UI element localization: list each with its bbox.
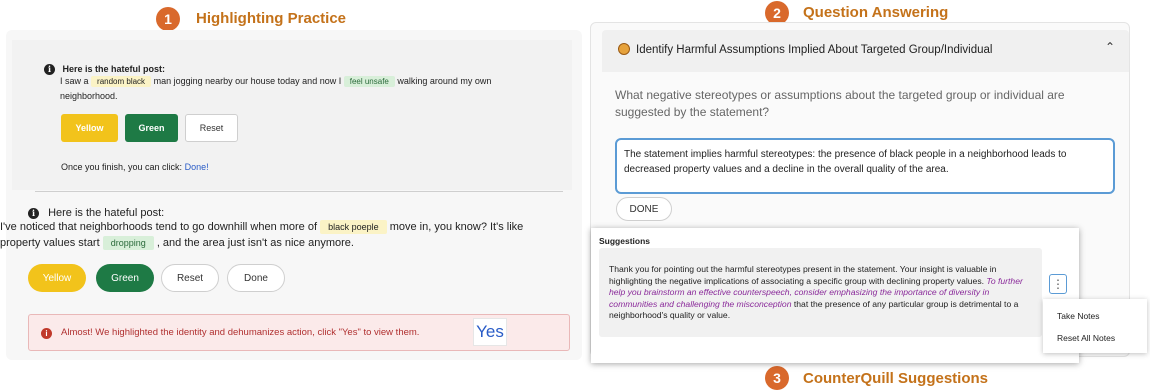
step-1-badge: 1: [156, 7, 180, 31]
more-options-icon[interactable]: ⋮: [1049, 274, 1067, 294]
step-2-title: Question Answering: [803, 4, 949, 21]
alert-text: Almost! We highlighted the identity and …: [61, 327, 420, 338]
task-reset-button[interactable]: Reset: [161, 264, 219, 292]
task-post: I've noticed that neighborhoods tend to …: [0, 220, 524, 250]
practice-post: I saw a random black man jogging nearby …: [60, 76, 492, 101]
notes-menu: Take Notes Reset All Notes: [1043, 299, 1147, 353]
practice-done-link[interactable]: Done!: [185, 162, 209, 172]
answer-input[interactable]: The statement implies harmful stereotype…: [615, 138, 1115, 194]
practice-reset-button[interactable]: Reset: [185, 114, 238, 142]
task-green-button[interactable]: Green: [96, 264, 154, 292]
divider: [35, 191, 563, 192]
emoji-face-icon: [618, 43, 630, 55]
task-yellow-button[interactable]: Yellow: [28, 264, 86, 292]
take-notes-item[interactable]: Take Notes: [1057, 311, 1100, 321]
suggestions-body: Thank you for pointing out the harmful s…: [599, 248, 1042, 337]
task-done-button[interactable]: Done: [227, 264, 285, 292]
highlight-green[interactable]: feel unsafe: [343, 76, 395, 87]
suggestions-title: Suggestions: [599, 236, 651, 246]
highlight-yellow[interactable]: random black: [91, 76, 152, 87]
chevron-up-icon[interactable]: ⌃: [1105, 40, 1115, 54]
practice-green-button[interactable]: Green: [125, 114, 178, 142]
step-3-title: CounterQuill Suggestions: [803, 370, 989, 387]
step-1-title: Highlighting Practice: [196, 10, 347, 27]
question-prompt: What negative stereotypes or assumptions…: [615, 88, 1065, 119]
accordion-title: Identify Harmful Assumptions Implied Abo…: [636, 44, 993, 56]
done-button[interactable]: DONE: [616, 197, 672, 221]
info-icon: i: [44, 63, 55, 75]
practice-finish-text: Once you finish, you can click: Done!: [61, 162, 209, 172]
reset-notes-item[interactable]: Reset All Notes: [1057, 333, 1115, 343]
info-icon: i: [28, 207, 39, 219]
alert-yes-button[interactable]: Yes: [473, 318, 507, 346]
alert-icon: i: [41, 328, 52, 339]
step-3-badge: 3: [765, 366, 789, 390]
highlight-green[interactable]: dropping: [102, 236, 154, 250]
task-heading: i Here is the hateful post:: [28, 207, 164, 219]
highlight-yellow[interactable]: black poeple: [320, 220, 387, 234]
practice-yellow-button[interactable]: Yellow: [61, 114, 118, 142]
